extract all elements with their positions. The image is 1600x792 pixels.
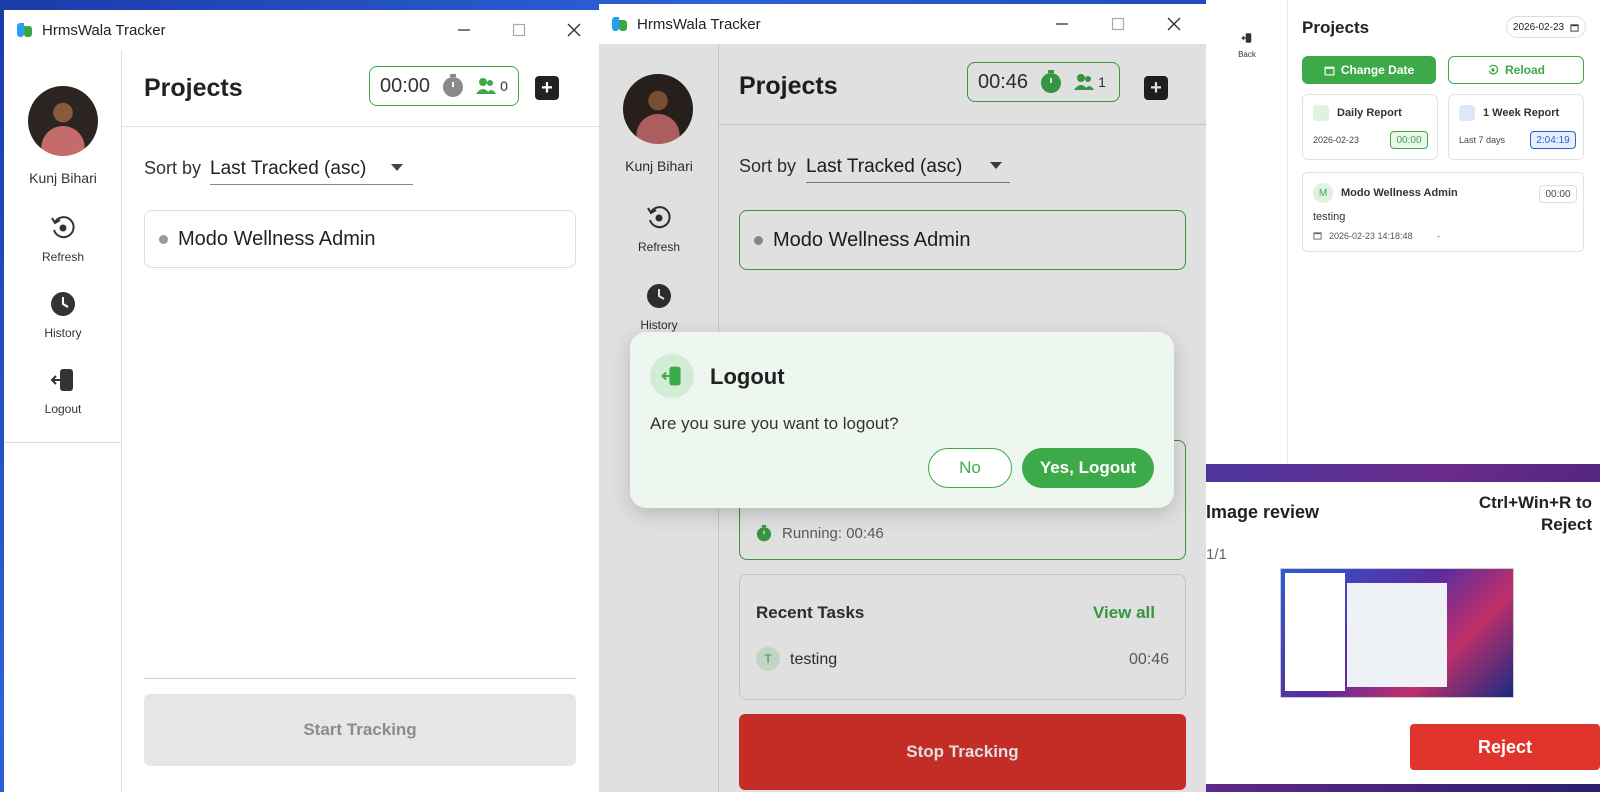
- tracker-window-1: HrmsWala Tracker Kunj Bihari Refresh His…: [4, 10, 599, 792]
- minimize-icon[interactable]: [452, 18, 476, 42]
- report-icon: [1459, 105, 1475, 121]
- logout-icon: [661, 366, 681, 386]
- calendar-icon: [1324, 66, 1335, 75]
- nav-logout[interactable]: Logout: [4, 366, 122, 416]
- review-count: 1/1: [1206, 546, 1227, 563]
- weekly-report-range: Last 7 days: [1459, 135, 1506, 145]
- close-icon[interactable]: [562, 18, 586, 42]
- sort-label: Sort by: [144, 158, 202, 178]
- logout-icon-badge: [650, 354, 694, 398]
- app-logo-icon: [16, 21, 34, 39]
- dialog-title: Logout: [710, 364, 785, 389]
- page-title: Projects: [144, 74, 243, 102]
- back-label: Back: [1238, 50, 1256, 59]
- timer-value: 00:00: [380, 74, 431, 97]
- minimize-icon[interactable]: [1050, 12, 1074, 36]
- window-title: HrmsWala Tracker: [637, 15, 761, 33]
- image-review-panel: Image review Ctrl+Win+R to Reject 1/1 Re…: [1206, 482, 1600, 784]
- report-icon: [1313, 105, 1329, 121]
- close-icon[interactable]: [1162, 12, 1186, 36]
- weekly-report-value: 2:04:19: [1530, 131, 1576, 149]
- thumbnail-window: [1347, 583, 1447, 687]
- panel-title: Projects: [1302, 18, 1370, 37]
- users-icon: [476, 78, 497, 94]
- time-entry-card[interactable]: M Modo Wellness Admin 00:00 testing 2026…: [1302, 172, 1584, 252]
- divider: [4, 442, 122, 443]
- calendar-icon: [1313, 232, 1322, 240]
- logout-dialog: Logout Are you sure you want to logout? …: [630, 332, 1174, 508]
- thumbnail-window: [1285, 573, 1345, 691]
- maximize-icon[interactable]: [1106, 12, 1130, 36]
- dialog-message: Are you sure you want to logout?: [650, 414, 899, 433]
- divider: [144, 678, 576, 679]
- app-logo-icon: [611, 15, 629, 33]
- projects-panel: Back Projects 2026-02-23 Change Date Rel…: [1206, 0, 1600, 464]
- reload-button[interactable]: Reload: [1448, 56, 1584, 84]
- daily-report-value: 00:00: [1390, 131, 1428, 149]
- panel-sidebar: Back: [1206, 0, 1288, 464]
- entry-time: 00:00: [1539, 185, 1577, 203]
- weekly-report-card[interactable]: 1 Week Report Last 7 days 2:04:19: [1448, 94, 1584, 160]
- chevron-down-icon: [391, 164, 403, 171]
- nav-refresh-label: Refresh: [41, 250, 85, 264]
- sort-value: Last Tracked (asc): [210, 158, 367, 179]
- nav-refresh[interactable]: Refresh: [4, 214, 122, 264]
- title-bar: HrmsWala Tracker: [599, 4, 1206, 44]
- start-tracking-button[interactable]: Start Tracking: [144, 694, 576, 766]
- change-date-button[interactable]: Change Date: [1302, 56, 1436, 84]
- clock-icon: [51, 292, 75, 316]
- user-name: Kunj Bihari: [29, 170, 97, 186]
- project-name: Modo Wellness Admin: [178, 227, 376, 250]
- sort-select[interactable]: Last Tracked (asc): [210, 158, 413, 185]
- back-icon: [1241, 33, 1252, 43]
- timer-display: 00:00 0: [369, 66, 519, 106]
- weekly-report-title: 1 Week Report: [1483, 107, 1560, 119]
- yes-logout-button[interactable]: Yes, Logout: [1022, 448, 1154, 488]
- sidebar: Kunj Bihari Refresh History Logout: [4, 50, 122, 792]
- daily-report-card[interactable]: Daily Report 2026-02-23 00:00: [1302, 94, 1438, 160]
- screenshot-thumbnail[interactable]: [1280, 568, 1514, 698]
- calendar-icon: [1570, 23, 1579, 32]
- stopwatch-icon: [443, 74, 464, 97]
- entry-timestamp: 2026-02-23 14:18:48: [1329, 231, 1413, 241]
- refresh-icon: [51, 216, 75, 239]
- reload-label: Reload: [1504, 63, 1545, 77]
- daily-report-title: Daily Report: [1337, 107, 1402, 119]
- reload-icon: [1488, 64, 1499, 75]
- nav-history[interactable]: History: [4, 290, 122, 340]
- reject-button[interactable]: Reject: [1410, 724, 1600, 770]
- daily-report-date: 2026-02-23: [1313, 135, 1360, 145]
- date-picker[interactable]: 2026-02-23: [1506, 16, 1586, 38]
- entry-dash: -: [1437, 231, 1440, 241]
- window-title: HrmsWala Tracker: [42, 21, 166, 39]
- review-shortcut: Ctrl+Win+R to Reject: [1478, 493, 1592, 534]
- status-dot: [159, 234, 168, 244]
- review-title: Image review: [1206, 502, 1320, 522]
- entry-task: testing: [1313, 211, 1346, 223]
- entry-project: Modo Wellness Admin: [1341, 187, 1458, 199]
- project-card[interactable]: Modo Wellness Admin: [144, 210, 576, 268]
- nav-history-label: History: [44, 326, 82, 340]
- back-button[interactable]: Back: [1206, 32, 1288, 59]
- members-count: 0: [500, 78, 508, 94]
- entry-avatar: M: [1313, 183, 1333, 203]
- logout-icon: [50, 369, 73, 391]
- avatar[interactable]: [28, 86, 98, 156]
- divider: [122, 126, 599, 127]
- add-button[interactable]: +: [535, 76, 559, 100]
- change-date-label: Change Date: [1340, 63, 1415, 77]
- maximize-icon[interactable]: [507, 18, 531, 42]
- title-bar: HrmsWala Tracker: [4, 10, 599, 50]
- date-value: 2026-02-23: [1512, 21, 1565, 33]
- nav-logout-label: Logout: [44, 402, 82, 416]
- no-button[interactable]: No: [928, 448, 1012, 488]
